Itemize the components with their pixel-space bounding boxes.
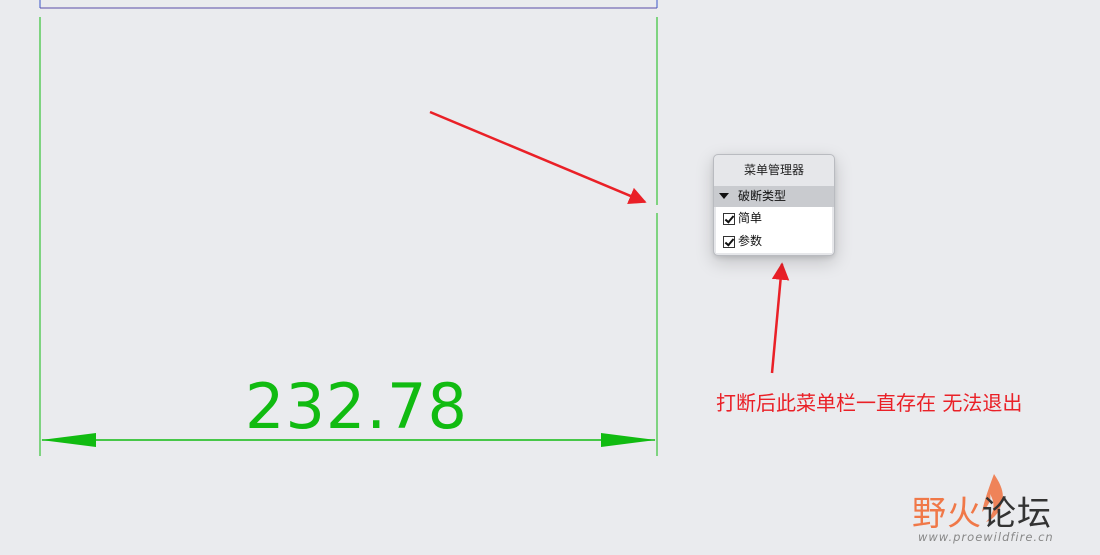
dimension-arrow-left [41, 433, 96, 447]
menu-section-break-type[interactable]: 破断类型 [714, 186, 834, 207]
menu-section-label: 破断类型 [738, 189, 787, 203]
menu-item-simple[interactable]: 简单 [716, 207, 832, 230]
drawing-frame [39, 0, 658, 9]
dimension-arrow-right [601, 433, 656, 447]
annotation-arrow-to-menu [770, 262, 790, 374]
annotation-text: 打断后此菜单栏一直存在 无法退出 [716, 391, 1022, 415]
watermark-url: www.proewildfire.cn [918, 530, 1054, 544]
checkbox-parameter[interactable] [723, 235, 735, 248]
checkbox-simple[interactable] [723, 212, 735, 225]
watermark-name-part1: 野火 [912, 494, 982, 534]
watermark-name: 野火论坛 [912, 486, 1052, 535]
triangle-down-icon[interactable] [719, 192, 729, 199]
menu-manager-title[interactable]: 菜单管理器 [714, 155, 834, 186]
menu-manager-panel[interactable]: 菜单管理器 破断类型 简单 参数 [713, 154, 835, 256]
dimension-value[interactable]: 232.78 [245, 370, 468, 443]
menu-item-label: 参数 [738, 234, 763, 248]
forum-watermark: 野火论坛 www.proewildfire.cn [912, 472, 1087, 550]
annotation-arrow-to-break [429, 110, 647, 204]
menu-item-list: 简单 参数 [716, 207, 832, 253]
menu-item-parameter[interactable]: 参数 [716, 230, 832, 253]
watermark-name-part2: 论坛 [982, 494, 1052, 534]
menu-item-label: 简单 [738, 211, 763, 225]
